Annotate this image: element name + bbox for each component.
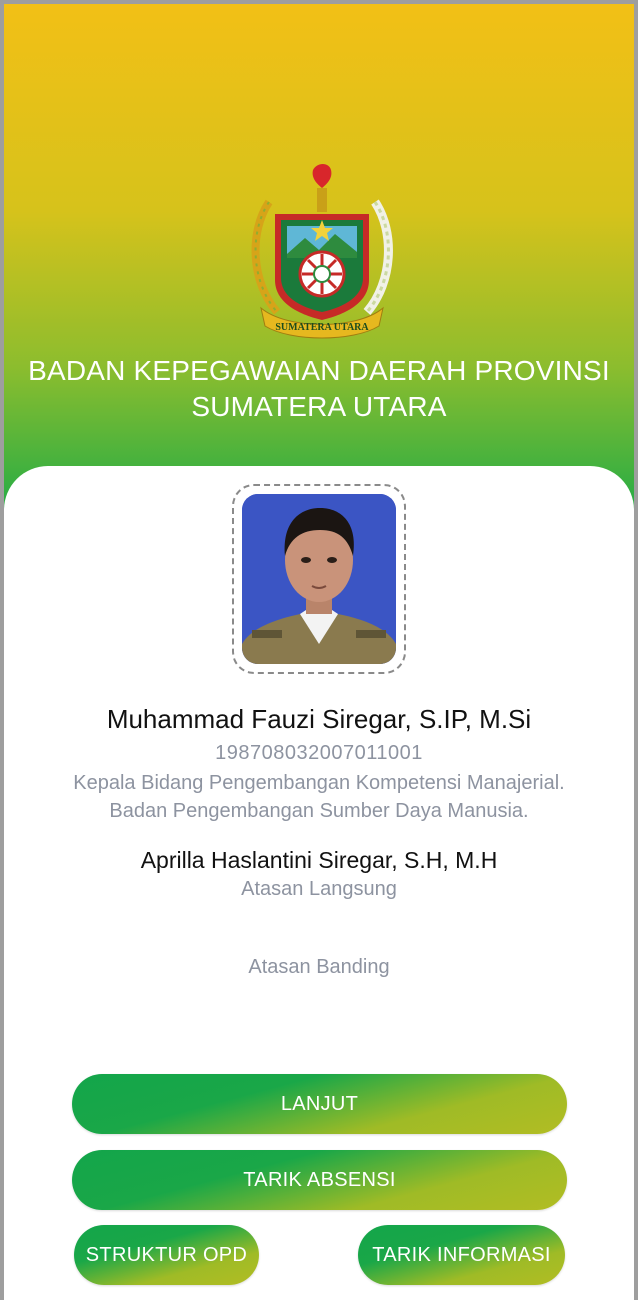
avatar-portrait <box>242 494 396 664</box>
employee-unit: Badan Pengembangan Sumber Daya Manusia. <box>109 800 529 822</box>
org-structure-button[interactable]: STRUKTUR OPD <box>74 1225 259 1285</box>
app-screen: SUMATERA UTARA BADAN KEPEGAWAIAN DAERAH … <box>4 4 634 1300</box>
province-emblem: SUMATERA UTARA <box>251 164 393 339</box>
next-button[interactable]: LANJUT <box>72 1074 567 1134</box>
profile-photo[interactable] <box>242 494 396 664</box>
employee-name: Muhammad Fauzi Siregar, S.IP, M.Si <box>106 704 532 734</box>
organization-title: BADAN KEPEGAWAIAN DAERAH PROVINSI SUMATE… <box>4 353 634 425</box>
organization-title-line1: BADAN KEPEGAWAIAN DAERAH PROVINSI <box>28 355 610 386</box>
supervisor-label: Atasan Langsung <box>241 878 397 900</box>
emblem-ribbon-text: SUMATERA UTARA <box>275 322 369 333</box>
appeal-supervisor-label: Atasan Banding <box>248 956 390 978</box>
pull-attendance-button[interactable]: TARIK ABSENSI <box>72 1150 567 1210</box>
supervisor-name: Aprilla Haslantini Siregar, S.H, M.H <box>140 847 498 873</box>
organization-title-line2: SUMATERA UTARA <box>191 391 447 422</box>
employee-position: Kepala Bidang Pengembangan Kompetensi Ma… <box>73 772 565 794</box>
employee-nip: 198708032007011001 <box>215 742 423 764</box>
pull-info-button[interactable]: TARIK INFORMASI <box>358 1225 565 1285</box>
